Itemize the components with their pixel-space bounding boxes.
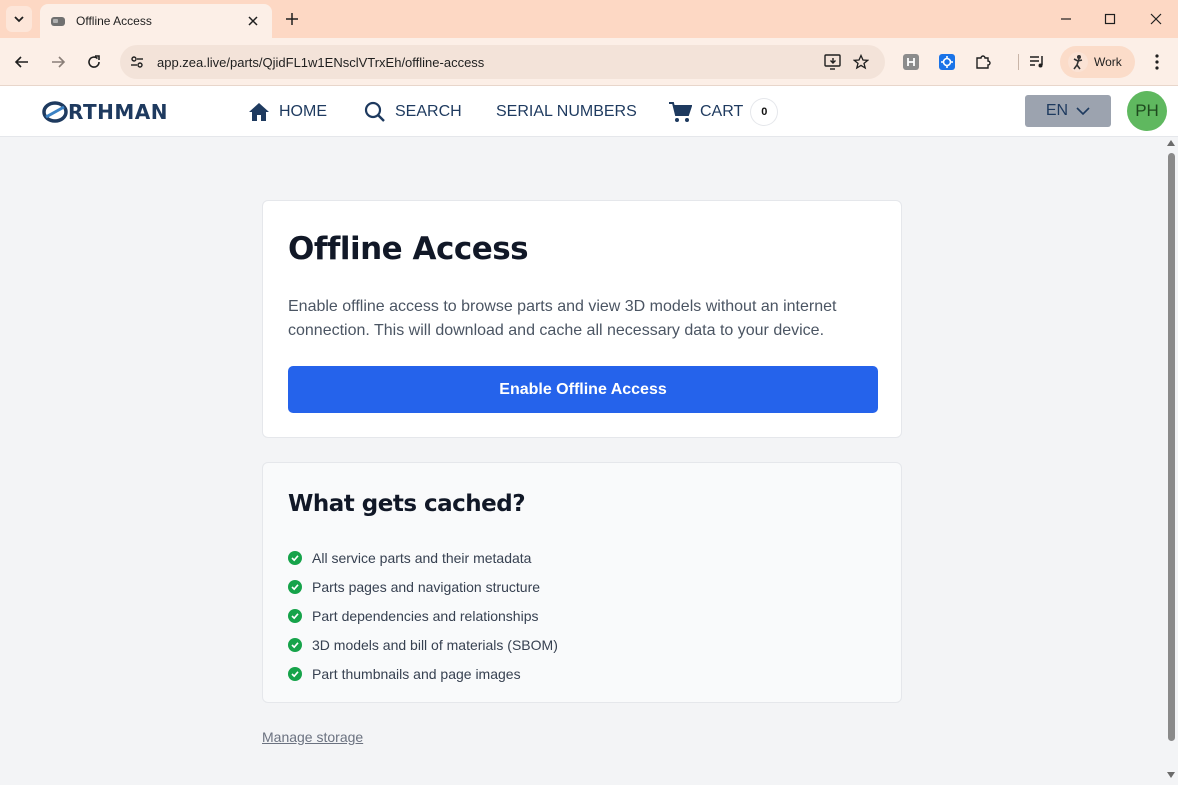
reload-icon — [88, 55, 100, 68]
offline-access-card: Offline Access Enable offline access to … — [262, 200, 902, 438]
profile-avatar-icon — [1068, 52, 1088, 72]
offline-description: Enable offline access to browse parts an… — [288, 298, 837, 339]
list-item-label: Parts pages and navigation structure — [312, 578, 541, 595]
extension-h-icon[interactable] — [899, 50, 923, 74]
check-circle-icon — [288, 637, 302, 652]
list-item: 3D models and bill of materials (SBOM) — [288, 630, 558, 659]
reload-button[interactable] — [80, 48, 108, 76]
check-circle-icon — [288, 579, 302, 594]
nav-search-label: SEARCH — [395, 103, 462, 120]
list-item: All service parts and their metadata — [288, 543, 558, 572]
list-item: Parts pages and navigation structure — [288, 572, 558, 601]
arrow-left-icon — [14, 56, 28, 68]
check-circle-icon — [288, 666, 302, 681]
page-scrollbar[interactable] — [1164, 137, 1178, 785]
tab-title: Offline Access — [76, 14, 152, 28]
address-bar[interactable]: app.zea.live/parts/QjidFL1w1ENsclVTrxEh/… — [120, 45, 885, 79]
toolbar-separator — [1018, 54, 1019, 70]
language-label: EN — [1045, 102, 1069, 119]
tab-favicon-icon — [50, 13, 66, 29]
maximize-button[interactable] — [1098, 8, 1122, 30]
nav-cart-label: CART — [700, 103, 744, 120]
home-icon — [247, 100, 271, 124]
cache-title: What gets cached? — [288, 491, 526, 517]
check-circle-icon — [288, 550, 302, 565]
media-controls-icon[interactable] — [1025, 50, 1049, 74]
tab-search-button[interactable] — [6, 6, 32, 32]
scroll-down-arrow-icon[interactable] — [1167, 772, 1175, 778]
profile-label: Work — [1094, 55, 1122, 69]
user-avatar[interactable]: PH — [1127, 91, 1167, 131]
extension-gear-icon[interactable] — [935, 50, 959, 74]
install-app-icon[interactable] — [819, 48, 847, 76]
chevron-down-icon — [1076, 107, 1090, 115]
scroll-up-arrow-icon[interactable] — [1167, 140, 1175, 146]
page-title: Offline Access — [288, 231, 529, 267]
logo-o-icon — [42, 101, 68, 123]
arrow-right-icon — [52, 56, 66, 68]
list-item-label: 3D models and bill of materials (SBOM) — [312, 636, 558, 653]
plus-icon — [286, 13, 298, 25]
profile-button[interactable]: Work — [1060, 46, 1135, 78]
tab-close-icon[interactable] — [244, 12, 262, 30]
orthman-logo[interactable]: RTHMAN — [42, 100, 168, 124]
manage-storage-link[interactable]: Manage storage — [262, 729, 363, 745]
browser-tab-active[interactable]: Offline Access — [40, 4, 272, 38]
minimize-icon — [1061, 18, 1071, 20]
nav-home-label: HOME — [279, 103, 327, 120]
extensions-puzzle-icon[interactable] — [971, 50, 995, 74]
cart-icon — [668, 100, 692, 124]
site-info-icon[interactable] — [122, 47, 152, 77]
browser-menu-icon[interactable] — [1145, 50, 1169, 74]
cart-count-badge: 0 — [751, 99, 778, 125]
browser-tabstrip: Offline Access — [0, 0, 1178, 38]
list-item-label: Part dependencies and relationships — [312, 607, 539, 624]
close-window-button[interactable] — [1144, 8, 1168, 30]
search-icon — [363, 100, 387, 124]
maximize-icon — [1104, 13, 1116, 25]
minimize-button[interactable] — [1054, 8, 1078, 30]
nav-search[interactable]: SEARCH — [363, 98, 462, 126]
list-item-label: Part thumbnails and page images — [312, 665, 521, 682]
url-text[interactable]: app.zea.live/parts/QjidFL1w1ENsclVTrxEh/… — [157, 55, 819, 70]
language-select[interactable]: EN — [1025, 95, 1111, 127]
nav-cart[interactable]: CART 0 — [668, 98, 778, 126]
scroll-thumb[interactable] — [1168, 153, 1175, 741]
nav-serial-numbers-label: SERIAL NUMBERS — [496, 103, 637, 120]
nav-serial-numbers[interactable]: SERIAL NUMBERS — [496, 98, 637, 126]
new-tab-button[interactable] — [280, 8, 304, 30]
list-item: Part dependencies and relationships — [288, 601, 558, 630]
close-icon — [1150, 13, 1162, 25]
forward-button[interactable] — [44, 48, 72, 76]
nav-home[interactable]: HOME — [247, 98, 327, 126]
list-item: Part thumbnails and page images — [288, 659, 558, 688]
enable-offline-access-button[interactable]: Enable Offline Access — [288, 366, 878, 413]
logo-text: RTHMAN — [68, 100, 169, 124]
bookmark-star-icon[interactable] — [847, 48, 875, 76]
check-circle-icon — [288, 608, 302, 623]
browser-toolbar: app.zea.live/parts/QjidFL1w1ENsclVTrxEh/… — [0, 38, 1178, 86]
cache-list: All service parts and their metadata Par… — [288, 543, 558, 688]
site-header: RTHMAN HOME SEARCH SERIAL NUMBERS CART 0… — [0, 86, 1178, 137]
list-item-label: All service parts and their metadata — [312, 549, 532, 566]
chevron-down-icon — [14, 16, 24, 23]
back-button[interactable] — [8, 48, 36, 76]
cache-info-card: What gets cached? All service parts and … — [262, 462, 902, 703]
